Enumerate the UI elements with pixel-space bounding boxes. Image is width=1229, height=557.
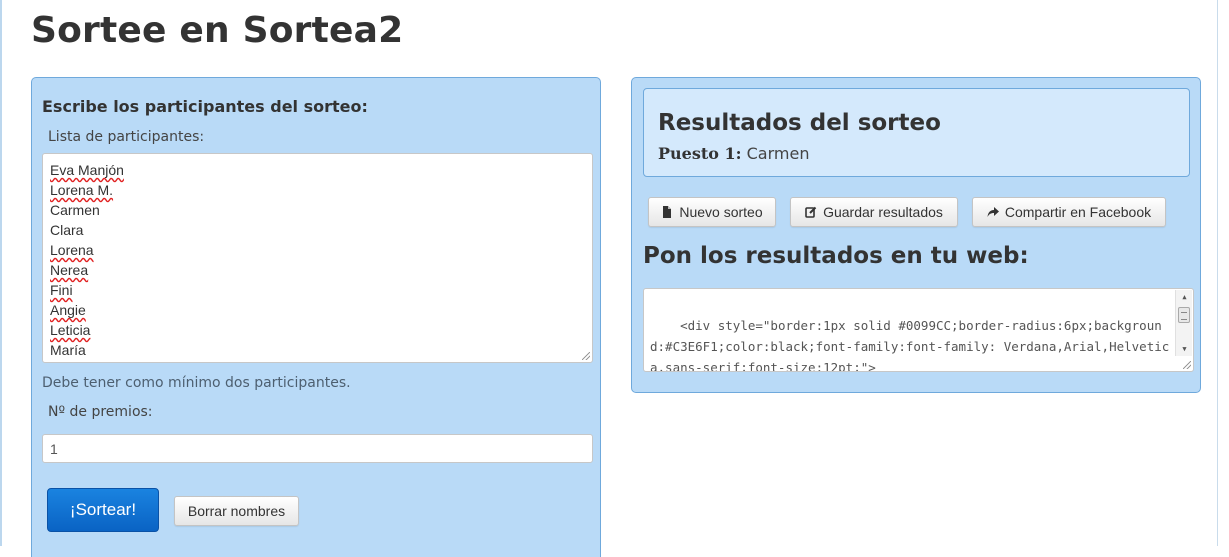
participant-name: Lorena xyxy=(50,242,94,258)
scroll-up-icon[interactable]: ▲ xyxy=(1176,290,1193,304)
participants-textarea[interactable]: Eva Manjón Lorena M. Carmen Clara Lorena Nere… xyxy=(42,153,593,363)
participant-name: Lorena M. xyxy=(50,182,114,198)
result-position: Puesto 1: xyxy=(658,144,742,163)
document-icon xyxy=(661,206,673,218)
page-title: Sortee en Sortea2 xyxy=(31,10,404,51)
participant-line: Angie xyxy=(50,300,585,320)
scroll-down-icon[interactable]: ▼ xyxy=(1176,342,1193,356)
embed-code-textarea[interactable]: <div style="border:1px solid #0099CC;bor… xyxy=(643,288,1194,372)
participant-name: Clara xyxy=(50,222,84,238)
prizes-input[interactable]: 1 xyxy=(42,434,593,463)
results-panel: Resultados del sorteo Puesto 1: Carmen N… xyxy=(631,77,1201,393)
new-draw-label: Nuevo sorteo xyxy=(679,204,763,220)
result-winner: Carmen xyxy=(746,144,810,163)
participants-heading: Escribe los participantes del sorteo: xyxy=(42,97,368,116)
participant-line: Leticia xyxy=(50,320,585,340)
resize-grip-icon[interactable] xyxy=(1183,361,1191,369)
participant-name: Fini xyxy=(50,282,73,298)
resize-grip-icon[interactable] xyxy=(582,352,590,360)
participant-line: María xyxy=(50,340,585,360)
participant-line: Eva Manjón xyxy=(50,160,585,180)
participant-line: Carmen xyxy=(50,200,585,220)
save-results-button[interactable]: Guardar resultados xyxy=(790,197,958,227)
clear-names-button[interactable]: Borrar nombres xyxy=(174,496,299,526)
participant-name: María xyxy=(50,342,86,358)
participant-name: Nerea xyxy=(50,262,89,278)
page-right-border xyxy=(1217,0,1218,546)
embed-heading: Pon los resultados en tu web: xyxy=(643,243,1029,269)
participant-name: Eva Manjón xyxy=(50,162,124,178)
share-arrow-icon xyxy=(987,206,999,218)
page-left-border xyxy=(0,0,2,546)
participants-hint: Debe tener como mínimo dos participantes… xyxy=(42,375,351,391)
edit-icon xyxy=(805,206,817,218)
results-title: Resultados del sorteo xyxy=(658,110,941,136)
result-row: Puesto 1: Carmen xyxy=(658,144,809,163)
new-draw-button[interactable]: Nuevo sorteo xyxy=(648,197,776,227)
results-box: Resultados del sorteo Puesto 1: Carmen xyxy=(643,88,1190,177)
participants-panel: Escribe los participantes del sorteo: Li… xyxy=(31,77,601,557)
participants-label: Lista de participantes: xyxy=(48,129,205,145)
participant-line: Nerea xyxy=(50,260,585,280)
participant-line: Fini xyxy=(50,280,585,300)
participant-name: Angie xyxy=(50,302,86,318)
share-facebook-button[interactable]: Compartir en Facebook xyxy=(972,197,1166,227)
scroll-thumb[interactable] xyxy=(1178,307,1190,323)
participant-line: Clara xyxy=(50,220,585,240)
embed-code-text: <div style="border:1px solid #0099CC;bor… xyxy=(650,318,1170,372)
save-results-label: Guardar resultados xyxy=(823,204,943,220)
participant-line: Lorena xyxy=(50,240,585,260)
code-scrollbar[interactable]: ▲ ▼ xyxy=(1175,290,1192,356)
draw-button[interactable]: ¡Sortear! xyxy=(47,488,159,532)
participant-line: Lorena M. xyxy=(50,180,585,200)
share-facebook-label: Compartir en Facebook xyxy=(1004,204,1152,220)
prizes-label: Nº de premios: xyxy=(48,404,153,420)
participant-name: Carmen xyxy=(50,202,100,218)
participant-name: Leticia xyxy=(50,322,91,338)
